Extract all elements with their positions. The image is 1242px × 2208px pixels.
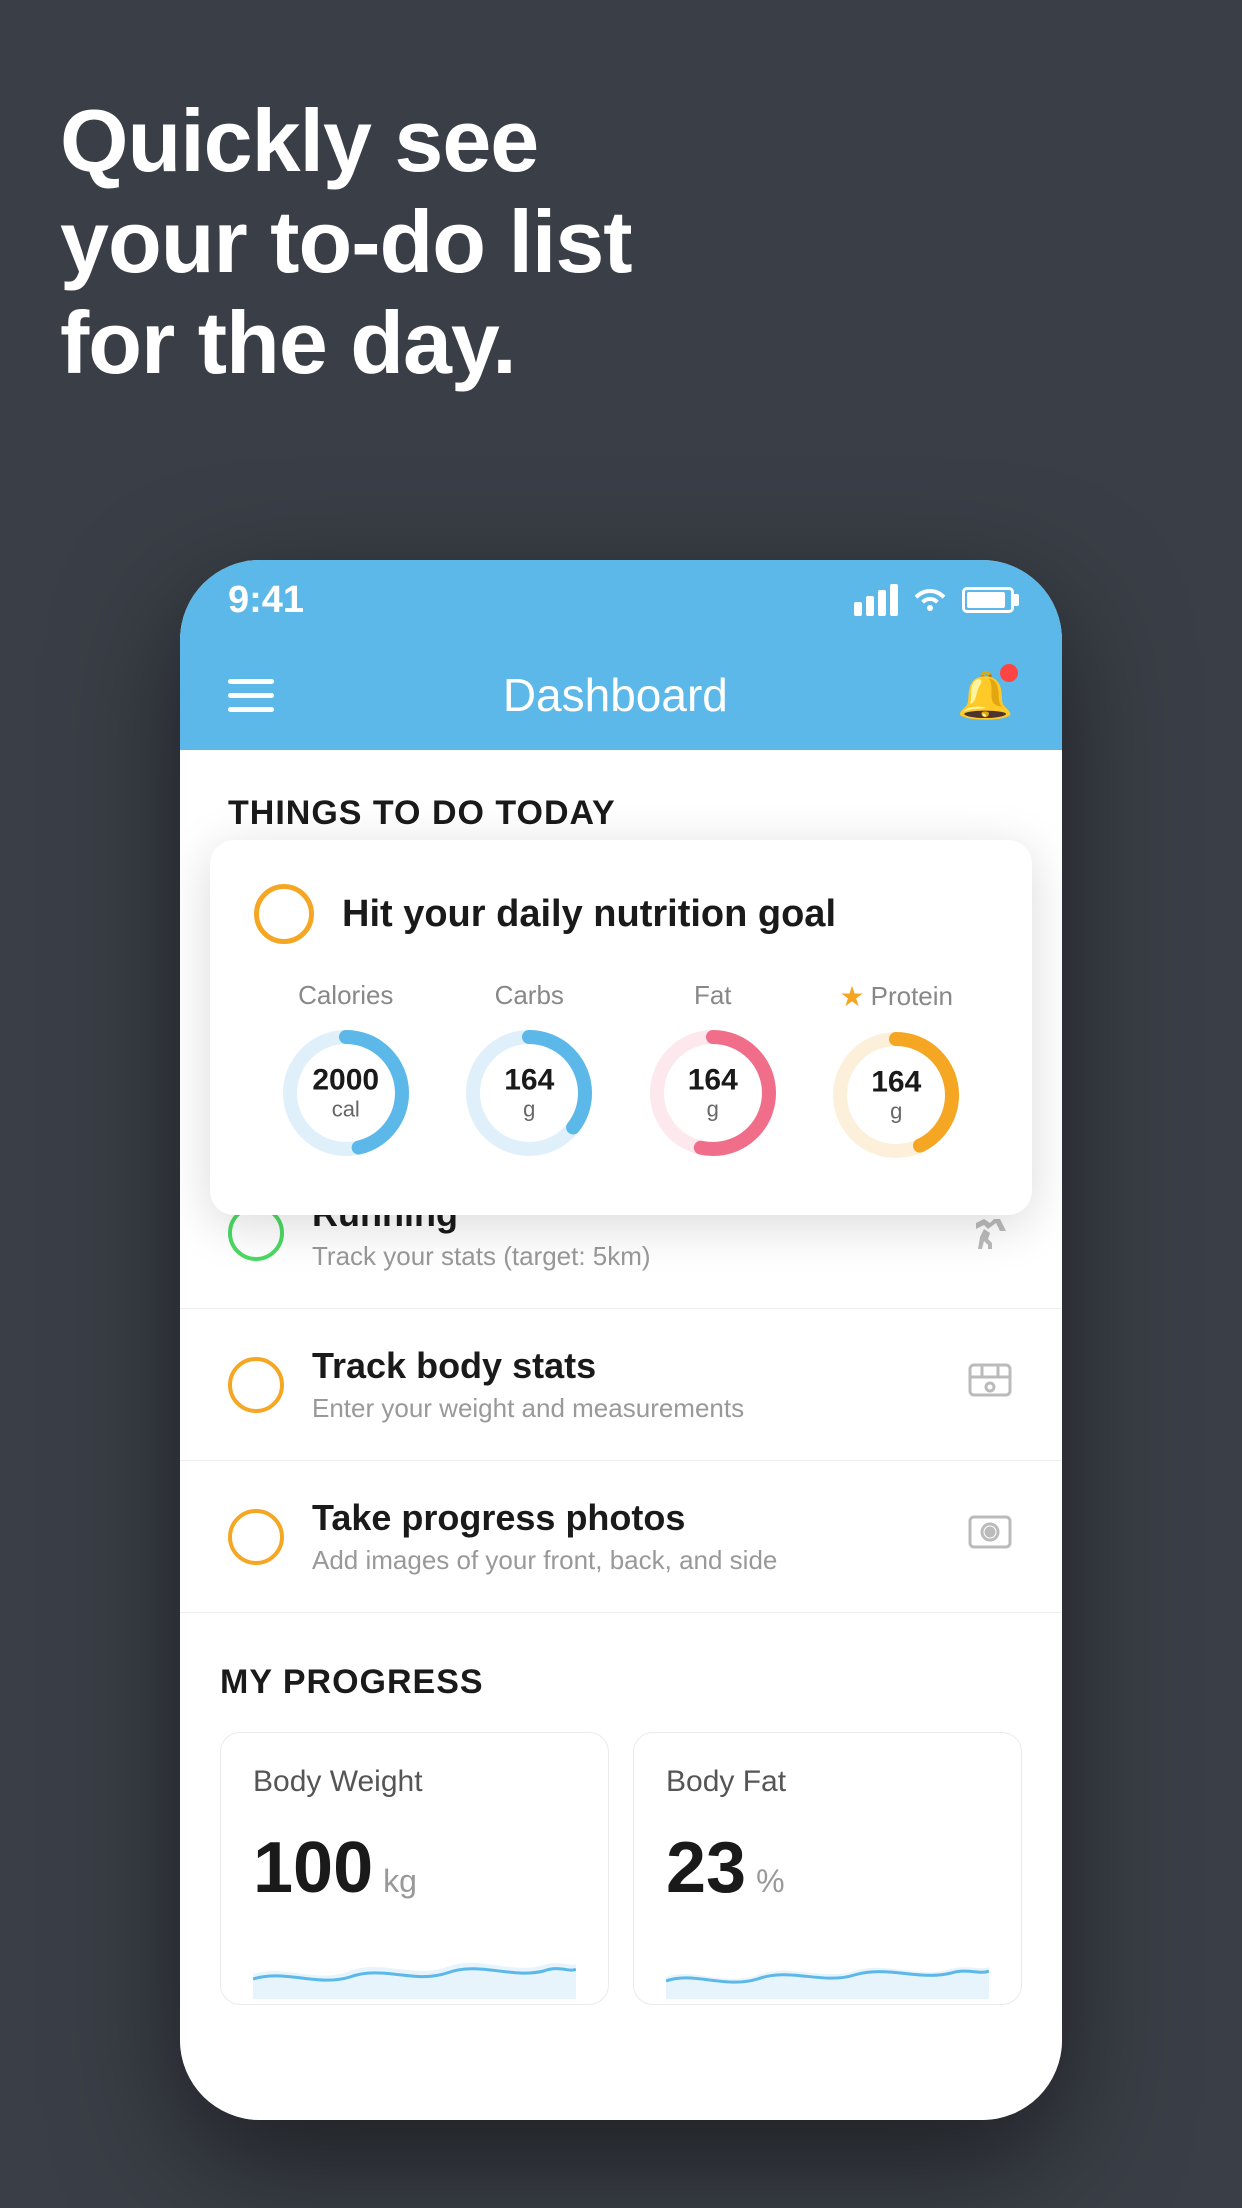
- nav-title: Dashboard: [503, 668, 728, 722]
- status-icons: [854, 582, 1014, 619]
- body-weight-title: Body Weight: [253, 1765, 576, 1799]
- fat-value: 164 g: [688, 1064, 738, 1123]
- protein-donut: 164 g: [826, 1025, 966, 1165]
- progress-section: MY PROGRESS Body Weight 100 kg B: [180, 1613, 1062, 2005]
- protein-value: 164 g: [871, 1066, 921, 1125]
- body-fat-number: 23: [666, 1827, 746, 1909]
- fat-label: Fat: [694, 980, 732, 1011]
- notification-dot: [1000, 664, 1018, 682]
- card-header: Hit your daily nutrition goal: [254, 884, 988, 944]
- body-fat-value: 23 %: [666, 1827, 989, 1909]
- card-title: Hit your daily nutrition goal: [342, 893, 836, 936]
- todo-circle-photos: [228, 1509, 284, 1565]
- todo-text-photos: Take progress photos Add images of your …: [312, 1497, 938, 1576]
- nutrition-row: Calories 2000 cal Carbs: [254, 980, 988, 1165]
- body-fat-unit: %: [756, 1863, 784, 1900]
- body-weight-wave: [253, 1929, 576, 1999]
- todo-subtitle-bodystats: Enter your weight and measurements: [312, 1393, 938, 1424]
- nutrition-card: Hit your daily nutrition goal Calories 2…: [210, 840, 1032, 1215]
- body-weight-number: 100: [253, 1827, 373, 1909]
- hero-line2: your to-do list: [60, 191, 632, 292]
- progress-cards: Body Weight 100 kg Body Fat 23 %: [220, 1732, 1022, 2005]
- carbs-value: 164 g: [504, 1064, 554, 1123]
- nav-bar: Dashboard 🔔: [180, 640, 1062, 750]
- wifi-icon: [912, 582, 948, 619]
- body-weight-card[interactable]: Body Weight 100 kg: [220, 1732, 609, 2005]
- photo-icon: [966, 1509, 1014, 1564]
- body-weight-value: 100 kg: [253, 1827, 576, 1909]
- body-fat-wave: [666, 1929, 989, 1999]
- main-content: THINGS TO DO TODAY Hit your daily nutrit…: [180, 750, 1062, 2120]
- body-fat-title: Body Fat: [666, 1765, 989, 1799]
- hero-text: Quickly see your to-do list for the day.: [60, 90, 632, 394]
- nutrition-protein: ★ Protein 164 g: [826, 980, 966, 1165]
- carbs-donut: 164 g: [459, 1023, 599, 1163]
- fat-donut: 164 g: [643, 1023, 783, 1163]
- carbs-label: Carbs: [495, 980, 564, 1011]
- status-time: 9:41: [228, 579, 304, 622]
- todo-text-bodystats: Track body stats Enter your weight and m…: [312, 1345, 938, 1424]
- todo-title-bodystats: Track body stats: [312, 1345, 938, 1387]
- notification-bell[interactable]: 🔔: [957, 668, 1014, 723]
- hero-line1: Quickly see: [60, 90, 632, 191]
- calories-donut: 2000 cal: [276, 1023, 416, 1163]
- calories-label: Calories: [298, 980, 393, 1011]
- todo-body-stats[interactable]: Track body stats Enter your weight and m…: [180, 1309, 1062, 1461]
- star-icon: ★: [840, 980, 865, 1013]
- todo-title-photos: Take progress photos: [312, 1497, 938, 1539]
- signal-icon: [854, 584, 898, 616]
- nutrition-carbs: Carbs 164 g: [459, 980, 599, 1163]
- scale-icon: [966, 1357, 1014, 1412]
- phone-mockup: 9:41 Dashboard 🔔 THINGS TO: [180, 560, 1062, 2120]
- hero-line3: for the day.: [60, 292, 632, 393]
- protein-label: ★ Protein: [840, 980, 954, 1013]
- todo-subtitle-photos: Add images of your front, back, and side: [312, 1545, 938, 1576]
- nutrition-calories: Calories 2000 cal: [276, 980, 416, 1163]
- body-weight-unit: kg: [383, 1863, 417, 1900]
- task-circle-nutrition[interactable]: [254, 884, 314, 944]
- todo-circle-bodystats: [228, 1357, 284, 1413]
- calories-value: 2000 cal: [312, 1064, 379, 1123]
- todo-list: Running Track your stats (target: 5km) T…: [180, 1157, 1062, 1613]
- hamburger-menu[interactable]: [228, 679, 274, 712]
- status-bar: 9:41: [180, 560, 1062, 640]
- nutrition-fat: Fat 164 g: [643, 980, 783, 1163]
- progress-heading: MY PROGRESS: [220, 1663, 1022, 1702]
- todo-subtitle-running: Track your stats (target: 5km): [312, 1241, 938, 1272]
- body-fat-card[interactable]: Body Fat 23 %: [633, 1732, 1022, 2005]
- todo-photos[interactable]: Take progress photos Add images of your …: [180, 1461, 1062, 1613]
- battery-icon: [962, 587, 1014, 613]
